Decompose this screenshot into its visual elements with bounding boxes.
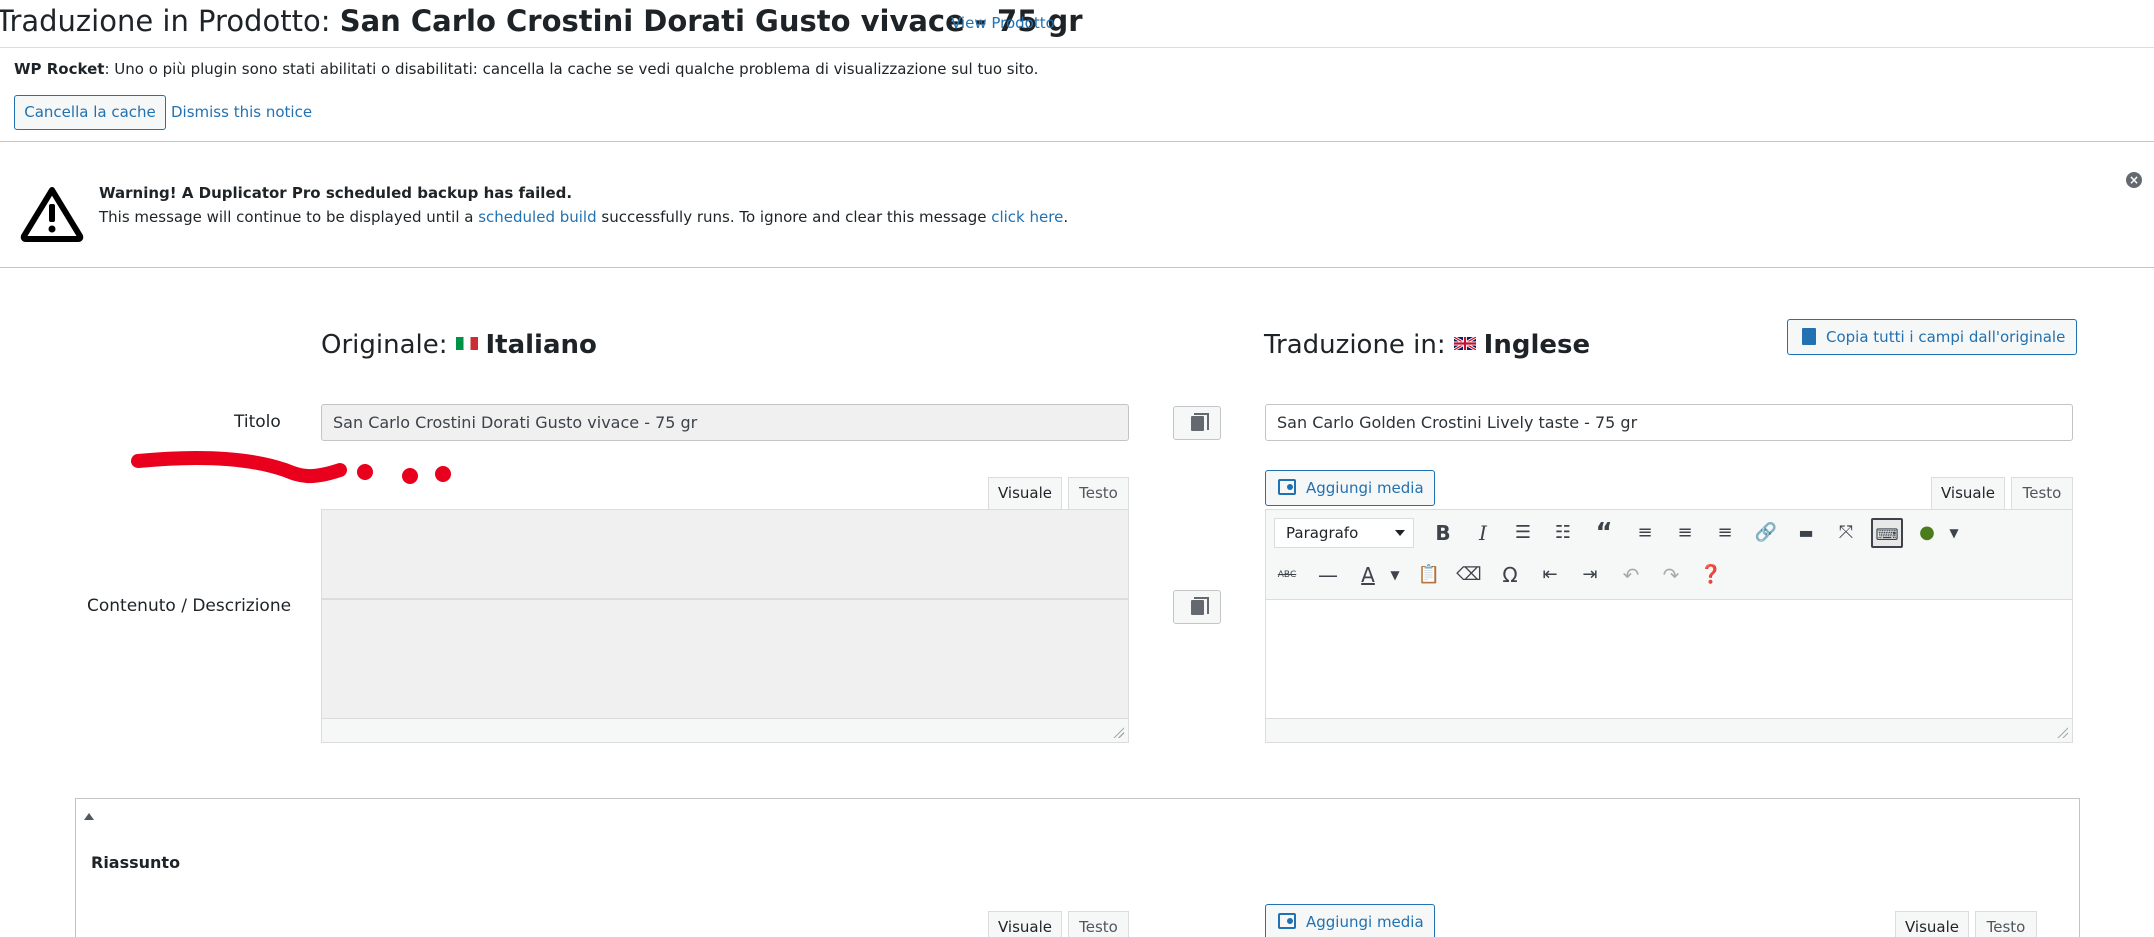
indent-icon[interactable]: ⇥ <box>1574 560 1606 590</box>
add-media-label: Aggiungi media <box>1306 479 1424 497</box>
translation-editor-statusbar <box>1266 718 2072 742</box>
copy-icon <box>1191 413 1209 431</box>
toolbar-toggle-icon[interactable]: ⌨ <box>1871 518 1903 548</box>
duplicator-text-before: This message will continue to be display… <box>99 208 479 226</box>
format-select[interactable]: Paragrafo <box>1274 518 1414 548</box>
page-title-prefix: Traduzione in Prodotto: <box>0 4 340 38</box>
red-dot <box>357 464 373 480</box>
copy-icon <box>1802 327 1816 345</box>
duplicator-notice: Warning! A Duplicator Pro scheduled back… <box>0 142 2154 268</box>
translation-heading-prefix: Traduzione in: <box>1264 330 1446 360</box>
translation-tab-visual[interactable]: Visuale <box>1931 477 2005 509</box>
wp-rocket-message-text: : Uno o più plugin sono stati abilitati … <box>104 60 1039 78</box>
copy-icon <box>1191 597 1209 615</box>
align-right-icon[interactable]: ≡ <box>1709 518 1741 548</box>
italic-icon[interactable]: I <box>1467 518 1499 548</box>
content-label: Contenuto / Descrizione <box>87 596 292 616</box>
wp-rocket-brand: WP Rocket <box>14 60 105 78</box>
summary-add-media-button[interactable]: Aggiungi media <box>1265 904 1435 937</box>
resize-handle-icon[interactable] <box>2056 726 2068 738</box>
page-title: Traduzione in Prodotto: San Carlo Crosti… <box>0 4 1083 38</box>
chevron-down-icon[interactable]: ▼ <box>1938 518 1970 548</box>
duplicator-text-after: . <box>1063 208 1069 226</box>
format-select-value: Paragrafo <box>1286 524 1359 542</box>
align-left-icon[interactable]: ≡ <box>1629 518 1661 548</box>
translation-language: Inglese <box>1483 330 1591 360</box>
chevron-down-icon[interactable]: ▼ <box>1379 560 1411 590</box>
read-more-icon[interactable]: ▬ <box>1790 518 1822 548</box>
add-media-button[interactable]: Aggiungi media <box>1265 470 1435 506</box>
scheduled-build-link[interactable]: scheduled build <box>478 208 596 226</box>
duplicator-text: This message will continue to be display… <box>99 208 1068 226</box>
summary-translation-tab-text[interactable]: Testo <box>1975 911 2037 937</box>
resize-handle-icon[interactable] <box>1112 726 1124 738</box>
copy-all-fields-button[interactable]: Copia tutti i campi dall'originale <box>1787 319 2077 355</box>
view-product-link[interactable]: View Prodotto <box>951 14 1055 32</box>
media-icon <box>1278 913 1296 929</box>
original-editor-body <box>321 599 1129 743</box>
blockquote-icon[interactable]: “ <box>1588 518 1620 548</box>
duplicator-title: Warning! A Duplicator Pro scheduled back… <box>99 184 573 202</box>
copy-title-button[interactable] <box>1173 406 1221 440</box>
bullet-list-icon[interactable]: ☰ <box>1507 518 1539 548</box>
special-character-icon[interactable]: Ω <box>1494 560 1526 590</box>
summary-translation-tab-visual[interactable]: Visuale <box>1895 911 1969 937</box>
summary-title: Riassunto <box>91 853 181 872</box>
wp-rocket-message: WP Rocket: Uno o più plugin sono stati a… <box>14 60 1038 78</box>
click-here-link[interactable]: click here <box>991 208 1063 226</box>
original-editor-statusbar <box>322 718 1128 742</box>
uk-flag-icon <box>1453 337 1476 350</box>
translation-editor: Paragrafo B I ☰ ☷ “ ≡ ≡ ≡ 🔗 ▬ ⤧ ⌨ ● ▼ AB… <box>1265 509 2073 743</box>
strikethrough-icon[interactable]: ABC <box>1271 560 1303 590</box>
summary-original-tab-visual[interactable]: Visuale <box>988 911 1062 937</box>
original-title-input: San Carlo Crostini Dorati Gusto vivace -… <box>321 404 1129 441</box>
original-editor-toolbar <box>321 509 1129 599</box>
translation-tab-text[interactable]: Testo <box>2011 477 2073 509</box>
align-center-icon[interactable]: ≡ <box>1669 518 1701 548</box>
translated-title-input[interactable]: San Carlo Golden Crostini Lively taste -… <box>1265 404 2073 441</box>
summary-original-tab-text[interactable]: Testo <box>1068 911 1129 937</box>
original-language: Italiano <box>485 330 597 360</box>
summary-add-media-label: Aggiungi media <box>1306 913 1424 931</box>
original-tab-text[interactable]: Testo <box>1068 477 1129 509</box>
dismiss-notice-link[interactable]: Dismiss this notice <box>171 103 312 121</box>
numbered-list-icon[interactable]: ☷ <box>1547 518 1579 548</box>
media-icon <box>1278 479 1296 495</box>
copy-all-label: Copia tutti i campi dall'originale <box>1826 328 2066 346</box>
original-tab-visual[interactable]: Visuale <box>988 477 1062 509</box>
chevron-down-icon <box>1395 530 1405 536</box>
red-dot <box>402 468 418 484</box>
translation-editor-toolbar: Paragrafo B I ☰ ☷ “ ≡ ≡ ≡ 🔗 ▬ ⤧ ⌨ ● ▼ AB… <box>1266 510 2072 600</box>
undo-icon[interactable]: ↶ <box>1615 560 1647 590</box>
warning-icon <box>20 187 84 242</box>
close-icon[interactable]: × <box>2126 172 2142 188</box>
copy-content-button[interactable] <box>1173 590 1221 624</box>
help-icon[interactable]: ❓ <box>1695 560 1727 590</box>
paste-text-icon[interactable]: 📋 <box>1413 560 1445 590</box>
original-heading-prefix: Originale: <box>321 330 448 360</box>
clear-formatting-icon[interactable]: ⌫ <box>1453 560 1485 590</box>
redo-icon[interactable]: ↷ <box>1655 560 1687 590</box>
chevron-up-icon[interactable] <box>84 813 94 820</box>
wp-rocket-notice: WP Rocket: Uno o più plugin sono stati a… <box>0 48 2154 142</box>
bold-icon[interactable]: B <box>1427 518 1459 548</box>
link-icon[interactable]: 🔗 <box>1750 518 1782 548</box>
outdent-icon[interactable]: ⇤ <box>1534 560 1566 590</box>
red-dot <box>435 466 451 482</box>
translation-heading: Traduzione in: Inglese <box>1264 330 1590 360</box>
original-heading: Originale: Italiano <box>321 330 597 360</box>
fullscreen-icon[interactable]: ⤧ <box>1830 518 1862 548</box>
clear-cache-button[interactable]: Cancella la cache <box>14 95 166 130</box>
title-label: Titolo <box>234 412 281 432</box>
duplicator-text-middle: successfully runs. To ignore and clear t… <box>596 208 992 226</box>
page-header: Traduzione in Prodotto: San Carlo Crosti… <box>0 0 2154 48</box>
italy-flag-icon <box>455 337 478 350</box>
horizontal-line-icon[interactable]: — <box>1312 560 1344 590</box>
